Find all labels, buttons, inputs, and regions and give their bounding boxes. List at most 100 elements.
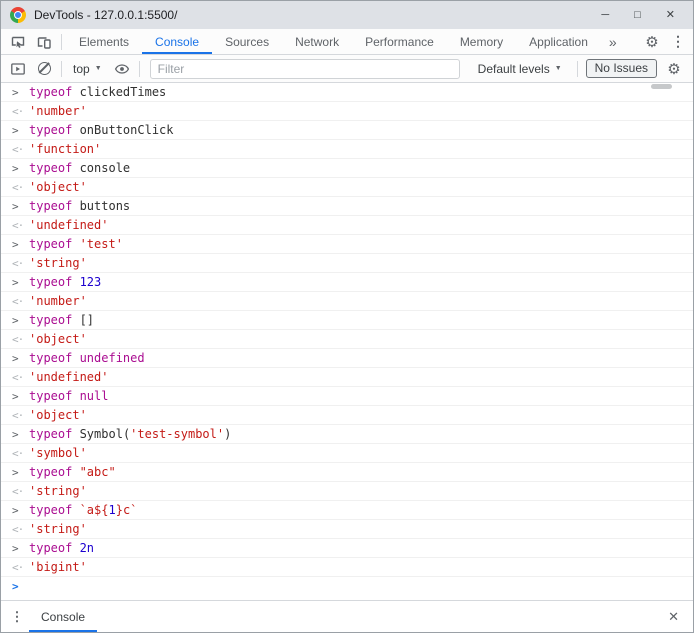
- result-value: 'number': [29, 294, 87, 308]
- log-levels-dropdown[interactable]: Default levels ▼: [471, 62, 569, 76]
- minimize-button[interactable]: ─: [601, 9, 609, 21]
- tab-performance[interactable]: Performance: [352, 29, 447, 54]
- tab-memory[interactable]: Memory: [447, 29, 516, 54]
- no-issues-badge[interactable]: No Issues: [585, 59, 657, 78]
- drawer-kebab-icon[interactable]: ⋮: [5, 601, 29, 632]
- command-chevron-icon: >: [12, 390, 19, 403]
- inspect-element-icon[interactable]: [5, 29, 31, 54]
- clear-console-icon[interactable]: [31, 55, 57, 82]
- console-command-entry: > typeof null: [1, 387, 693, 406]
- command-chevron-icon: >: [12, 238, 19, 251]
- command-text: typeof undefined: [29, 351, 145, 365]
- result-arrow-icon: <·: [12, 523, 24, 536]
- toolbar-right: Default levels ▼ No Issues ⚙: [471, 59, 689, 78]
- console-result-entry: <· 'undefined': [1, 368, 693, 387]
- device-toolbar-icon[interactable]: [31, 29, 57, 54]
- result-arrow-icon: <·: [12, 257, 24, 270]
- console-result-entry: <· 'string': [1, 520, 693, 539]
- close-button[interactable]: ✕: [666, 9, 675, 21]
- maximize-button[interactable]: □: [634, 9, 641, 21]
- more-tabs-button[interactable]: »: [601, 29, 625, 54]
- console-result-entry: <· 'object': [1, 406, 693, 425]
- command-text: typeof buttons: [29, 199, 131, 213]
- divider: [576, 60, 578, 77]
- command-text: typeof 'test': [29, 237, 123, 251]
- result-value: 'object': [29, 180, 87, 194]
- result-value: 'number': [29, 104, 87, 118]
- command-text: typeof Symbol('test-symbol'): [29, 427, 232, 441]
- log-levels-label: Default levels: [477, 61, 550, 76]
- chrome-logo-icon: [10, 7, 26, 23]
- drawer-close-icon[interactable]: ✕: [658, 601, 689, 632]
- filter-input[interactable]: [149, 58, 460, 79]
- console-result-entry: <· 'string': [1, 254, 693, 273]
- console-command-entry: > typeof Symbol('test-symbol'): [1, 425, 693, 444]
- console-result-entry: <· 'object': [1, 178, 693, 197]
- command-chevron-icon: >: [12, 276, 19, 289]
- console-prompt-row[interactable]: >: [1, 577, 693, 595]
- tab-sources[interactable]: Sources: [212, 29, 282, 54]
- caret-down-icon: ▼: [554, 65, 562, 72]
- result-value: 'string': [29, 256, 87, 270]
- console-messages-area[interactable]: > typeof clickedTimes <· 'number' > typeof on…: [1, 83, 693, 600]
- result-arrow-icon: <·: [12, 371, 24, 384]
- command-chevron-icon: >: [12, 466, 19, 479]
- live-expression-eye-icon[interactable]: [109, 55, 135, 82]
- command-chevron-icon: >: [12, 428, 19, 441]
- tab-network[interactable]: Network: [282, 29, 352, 54]
- command-chevron-icon: >: [12, 542, 19, 555]
- result-arrow-icon: <·: [12, 409, 24, 422]
- command-chevron-icon: >: [12, 504, 19, 517]
- console-settings-gear-icon[interactable]: ⚙: [661, 60, 687, 78]
- result-value: 'string': [29, 522, 87, 536]
- console-result-entry: <· 'symbol': [1, 444, 693, 463]
- result-value: 'function': [29, 142, 102, 156]
- console-log: > typeof clickedTimes <· 'number' > typeof on…: [1, 83, 693, 577]
- console-command-entry: > typeof 'test': [1, 235, 693, 254]
- result-value: 'string': [29, 484, 87, 498]
- console-result-entry: <· 'bigint': [1, 558, 693, 577]
- result-arrow-icon: <·: [12, 561, 24, 574]
- command-text: typeof "abc": [29, 465, 116, 479]
- console-toolbar: top ▼ Default levels ▼ No Issues ⚙: [1, 55, 693, 83]
- settings-gear-icon[interactable]: ⚙: [639, 29, 665, 54]
- context-selector-label: top: [73, 61, 90, 76]
- tab-elements[interactable]: Elements: [66, 29, 142, 54]
- result-arrow-icon: <·: [12, 219, 24, 232]
- tabbar-right: ⚙ ⋮: [639, 29, 693, 54]
- devtools-window: DevTools - 127.0.0.1:5500/ ─ □ ✕ Element…: [0, 0, 694, 633]
- main-menu-kebab-icon[interactable]: ⋮: [665, 29, 691, 54]
- console-command-entry: > typeof []: [1, 311, 693, 330]
- window-controls: ─ □ ✕: [601, 9, 684, 21]
- result-value: 'bigint': [29, 560, 87, 574]
- console-result-entry: <· 'object': [1, 330, 693, 349]
- result-arrow-icon: <·: [12, 105, 24, 118]
- titlebar[interactable]: DevTools - 127.0.0.1:5500/ ─ □ ✕: [1, 1, 693, 29]
- console-command-entry: > typeof "abc": [1, 463, 693, 482]
- tab-application[interactable]: Application: [516, 29, 601, 54]
- command-chevron-icon: >: [12, 352, 19, 365]
- result-value: 'object': [29, 332, 87, 346]
- console-result-entry: <· 'string': [1, 482, 693, 501]
- result-value: 'symbol': [29, 446, 87, 460]
- divider: [138, 60, 140, 77]
- command-text: typeof 2n: [29, 541, 95, 555]
- scrollbar-thumb[interactable]: [651, 84, 672, 89]
- console-command-entry: > typeof onButtonClick: [1, 121, 693, 140]
- command-chevron-icon: >: [12, 200, 19, 213]
- command-text: typeof clickedTimes: [29, 85, 167, 99]
- result-arrow-icon: <·: [12, 143, 24, 156]
- tab-console[interactable]: Console: [142, 29, 212, 54]
- result-arrow-icon: <·: [12, 181, 24, 194]
- console-sidebar-icon[interactable]: [5, 55, 31, 82]
- caret-down-icon: ▼: [94, 65, 102, 72]
- command-text: typeof null: [29, 389, 109, 403]
- console-result-entry: <· 'number': [1, 102, 693, 121]
- console-command-entry: > typeof console: [1, 159, 693, 178]
- drawer-tab-console[interactable]: Console: [29, 601, 97, 632]
- result-arrow-icon: <·: [12, 485, 24, 498]
- context-selector-dropdown[interactable]: top ▼: [66, 62, 109, 76]
- command-chevron-icon: >: [12, 162, 19, 175]
- divider: [61, 60, 62, 77]
- console-command-entry: > typeof `a${1}c`: [1, 501, 693, 520]
